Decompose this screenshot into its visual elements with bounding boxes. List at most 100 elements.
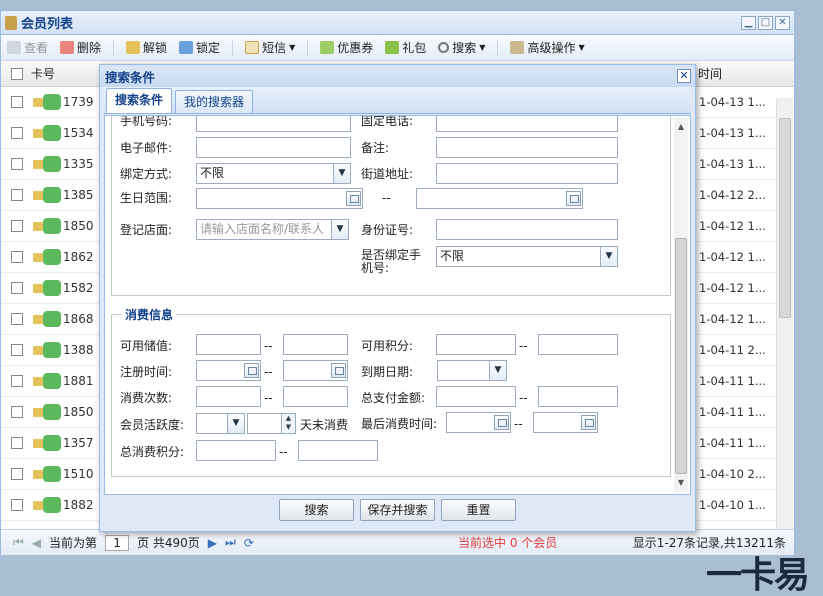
balance-min-input[interactable] [196, 334, 261, 355]
row-checkbox[interactable] [11, 96, 23, 108]
points-min-input[interactable] [436, 334, 516, 355]
chevron-down-icon[interactable]: ▼ [489, 361, 506, 380]
card-number: 1534 [63, 126, 94, 140]
unlock-button[interactable]: 解锁 [126, 39, 167, 56]
phone-input[interactable] [196, 116, 351, 132]
regtime-end-input[interactable] [283, 360, 348, 381]
wechat-icon [43, 249, 61, 265]
select-all-checkbox[interactable] [11, 67, 23, 80]
bind-method-select[interactable]: 不限 ▼ [196, 163, 351, 184]
refresh-icon[interactable]: ⟳ [244, 536, 254, 550]
scroll-up-icon[interactable]: ▲ [674, 120, 688, 134]
minimize-button[interactable]: ▁ [741, 15, 756, 30]
card-number: 1335 [63, 157, 94, 171]
address-input[interactable] [436, 163, 618, 184]
row-checkbox[interactable] [11, 344, 23, 356]
idcard-input[interactable] [436, 219, 618, 240]
close-window-button[interactable]: ✕ [775, 15, 790, 30]
row-checkbox[interactable] [11, 499, 23, 511]
total-points-min-input[interactable] [196, 440, 276, 461]
lock-icon [33, 345, 43, 355]
total-points-max-input[interactable] [298, 440, 378, 461]
dialog-scroll-thumb[interactable] [675, 238, 687, 474]
dialog-close-button[interactable]: ✕ [677, 69, 691, 83]
last-page-icon[interactable]: ⏭ [225, 535, 236, 550]
row-checkbox[interactable] [11, 313, 23, 325]
row-checkbox[interactable] [11, 127, 23, 139]
count-min-input[interactable] [196, 386, 261, 407]
chevron-down-icon[interactable]: ▼ [333, 164, 350, 183]
page-input[interactable]: 1 [105, 534, 130, 551]
count-max-input[interactable] [283, 386, 348, 407]
row-checkbox[interactable] [11, 189, 23, 201]
total-pay-min-input[interactable] [436, 386, 516, 407]
gift-button[interactable]: 礼包 [385, 39, 426, 56]
header-card[interactable]: 卡号 [31, 65, 55, 82]
store-select[interactable]: 请输入店面名称/联系人 ▼ [196, 219, 349, 240]
register-time: 1-04-12 1... [699, 219, 766, 233]
row-checkbox[interactable] [11, 158, 23, 170]
points-max-input[interactable] [538, 334, 618, 355]
calendar-icon[interactable] [346, 191, 361, 206]
idcard-label: 身份证号: [361, 223, 414, 237]
advanced-button[interactable]: 高级操作 ▼ [510, 39, 585, 56]
advanced-label: 高级操作 [527, 41, 576, 55]
tab-my-searchers[interactable]: 我的搜索器 [175, 90, 254, 113]
total-pay-max-input[interactable] [538, 386, 618, 407]
fixed-phone-input[interactable] [436, 116, 618, 132]
wechat-icon [43, 125, 61, 141]
lock-button[interactable]: 锁定 [179, 39, 220, 56]
search-submit-button[interactable]: 搜索 [279, 499, 354, 521]
tab-search-conditions[interactable]: 搜索条件 [106, 88, 173, 113]
expire-select[interactable]: ▼ [437, 360, 507, 381]
balance-max-input[interactable] [283, 334, 348, 355]
birthday-start-input[interactable] [196, 188, 363, 209]
register-time: 1-04-10 2... [699, 467, 766, 481]
spinner-arrows-icon[interactable]: ▲ ▼ [281, 414, 295, 433]
delete-button[interactable]: 删除 [60, 39, 101, 56]
header-time[interactable]: 时间 [698, 65, 722, 82]
dialog-scrollbar[interactable]: ▲ ▼ [674, 118, 688, 492]
scroll-down-icon[interactable]: ▼ [674, 476, 688, 490]
grid-scrollbar[interactable] [776, 98, 793, 530]
first-page-icon[interactable]: ⏮ [13, 535, 24, 550]
row-checkbox[interactable] [11, 437, 23, 449]
wechat-icon [43, 342, 61, 358]
remark-input[interactable] [436, 137, 618, 158]
total-records: 显示1-27条记录,共13211条 [632, 536, 786, 550]
search-button[interactable]: 搜索 ▼ [438, 39, 485, 56]
last-consume-end-input[interactable] [533, 412, 598, 433]
chevron-down-icon[interactable]: ▼ [600, 247, 617, 266]
coupon-button[interactable]: 优惠券 [320, 39, 373, 56]
expire-label: 到期日期: [361, 365, 414, 379]
view-button[interactable]: 查看 [7, 39, 48, 56]
activity-days-spinner[interactable]: ▲ ▼ [247, 413, 296, 434]
calendar-icon[interactable] [331, 363, 346, 378]
bind-phone-select[interactable]: 不限 ▼ [436, 246, 618, 267]
calendar-icon[interactable] [244, 363, 259, 378]
calendar-icon[interactable] [494, 415, 509, 430]
regtime-start-input[interactable] [196, 360, 261, 381]
row-checkbox[interactable] [11, 375, 23, 387]
row-checkbox[interactable] [11, 468, 23, 480]
grid-scroll-thumb[interactable] [779, 118, 791, 318]
email-input[interactable] [196, 137, 351, 158]
row-checkbox[interactable] [11, 251, 23, 263]
chevron-down-icon[interactable]: ▼ [227, 414, 244, 433]
reset-button[interactable]: 重置 [441, 499, 516, 521]
save-and-search-button[interactable]: 保存并搜索 [360, 499, 435, 521]
maximize-button[interactable]: □ [758, 15, 773, 30]
search-icon [438, 42, 450, 53]
activity-select[interactable]: ▼ [196, 413, 245, 434]
prev-page-icon[interactable]: ◀ [32, 536, 41, 550]
row-checkbox[interactable] [11, 406, 23, 418]
sms-button[interactable]: 短信 ▼ [245, 39, 295, 56]
next-page-icon[interactable]: ▶ [208, 536, 217, 550]
row-checkbox[interactable] [11, 282, 23, 294]
birthday-end-input[interactable] [416, 188, 583, 209]
row-checkbox[interactable] [11, 220, 23, 232]
last-consume-start-input[interactable] [446, 412, 511, 433]
chevron-down-icon[interactable]: ▼ [331, 220, 348, 239]
calendar-icon[interactable] [566, 191, 581, 206]
calendar-icon[interactable] [581, 415, 596, 430]
